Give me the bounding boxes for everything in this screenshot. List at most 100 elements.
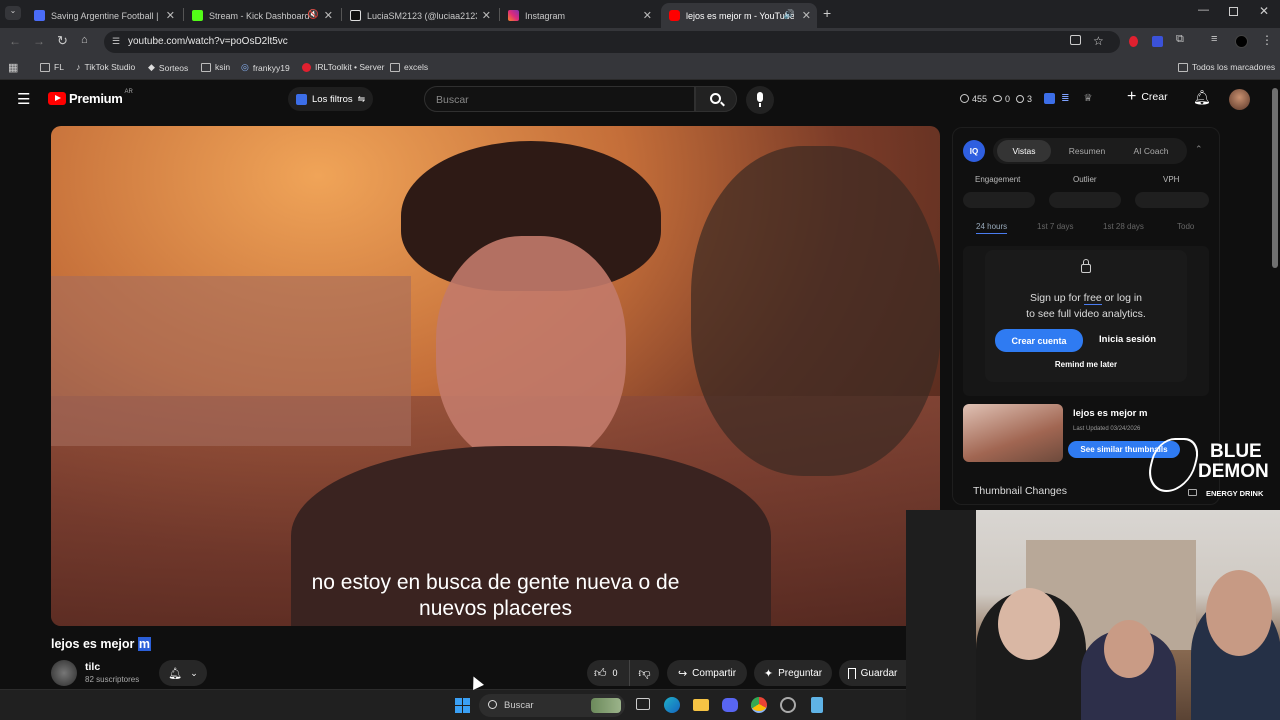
windows-start-icon[interactable] — [455, 698, 470, 713]
taskbar-search[interactable]: Buscar — [479, 694, 625, 717]
close-icon[interactable]: ✕ — [643, 9, 652, 22]
account-avatar[interactable] — [1229, 89, 1250, 110]
discord-icon[interactable] — [722, 698, 738, 712]
bookmark-link[interactable]: ♪ TikTok Studio — [76, 62, 135, 72]
tab-search-button[interactable]: ⌄ — [5, 6, 21, 20]
person-middle-head — [1104, 620, 1154, 678]
bookmark-star-icon[interactable]: ☆ — [1093, 34, 1104, 48]
minimize-button[interactable]: — — [1198, 4, 1209, 16]
tab-youtube[interactable]: lejos es mejor m - YouTube 🔊 ✕ — [661, 3, 817, 28]
list-icon[interactable]: ≣ — [1061, 93, 1069, 104]
share-icon: ↪ — [677, 667, 688, 680]
home-icon[interactable]: ⌂ — [81, 34, 88, 46]
speaker-icon[interactable]: 🔊 — [784, 9, 795, 20]
apps-grid-icon[interactable]: ▦ — [8, 61, 18, 74]
subscribe-bell-button[interactable]: 🔔︎ ⌄ — [159, 660, 207, 686]
close-icon[interactable]: ✕ — [482, 9, 491, 22]
menu-icon[interactable]: ☰ — [17, 90, 30, 108]
mouse-cursor — [468, 674, 484, 690]
browser-menu-icon[interactable]: ⋮ — [1261, 33, 1273, 47]
bookmark-folder[interactable]: excels — [390, 62, 428, 72]
bookmarks-bar: ▦ FL ♪ TikTok Studio ◆ Sorteos ksin ◎ frank… — [0, 56, 1280, 80]
metric-engagement: Engagement — [975, 175, 1021, 184]
mute-icon[interactable]: 🔇 — [308, 9, 319, 20]
collapse-icon[interactable]: ⌃ — [1195, 144, 1203, 155]
webcam-overlay — [906, 510, 1280, 720]
bookmark-link[interactable]: ◆ Sorteos — [148, 62, 188, 73]
range-7-days[interactable]: 1st 7 days — [1037, 222, 1073, 231]
app-icon[interactable] — [780, 697, 796, 713]
edge-icon[interactable] — [664, 697, 680, 713]
new-tab-button[interactable]: + — [823, 5, 831, 21]
back-icon[interactable]: ← — [9, 34, 21, 48]
bookmark-folder[interactable]: ksin — [201, 62, 230, 72]
filters-button[interactable]: Los filtros ⇋ — [288, 87, 374, 111]
bookmark-folder[interactable]: FL — [40, 62, 64, 72]
all-bookmarks[interactable]: Todos los marcadores — [1178, 62, 1275, 72]
eye-icon — [993, 95, 1003, 102]
channel-stats: 455 0 3 ≣ ♕ — [960, 93, 1092, 104]
close-icon[interactable]: ✕ — [324, 9, 333, 22]
media-control-icon[interactable]: ≡ — [1211, 33, 1217, 45]
tab-title: LuciaSM2123 (@luciaa2123) | Ti — [367, 10, 477, 21]
range-all[interactable]: Todo — [1177, 222, 1194, 231]
tab-instagram[interactable]: Instagram ✕ — [500, 3, 658, 28]
remind-later-link[interactable]: Remind me later — [985, 360, 1187, 369]
profile-avatar[interactable] — [1235, 35, 1248, 48]
video-player[interactable]: no estoy en busca de gente nueva o de nu… — [51, 126, 940, 626]
notepad-icon[interactable] — [811, 697, 823, 713]
signup-message: Sign up for free or log in to see full v… — [1026, 292, 1146, 320]
task-view-icon[interactable] — [636, 698, 650, 710]
irltoolkit-icon — [302, 62, 311, 72]
tab-tiktok[interactable]: LuciaSM2123 (@luciaa2123) | Ti ✕ — [342, 3, 497, 28]
restore-button[interactable] — [1229, 7, 1238, 16]
tab-vistas[interactable]: Vistas — [997, 140, 1051, 162]
forward-icon[interactable]: → — [33, 34, 45, 48]
trophy-icon[interactable]: ♕ — [1083, 93, 1092, 104]
search-input[interactable]: Buscar — [424, 86, 695, 112]
chrome-icon[interactable] — [751, 697, 767, 713]
bookmark-link[interactable]: IRLToolkit • Server — [302, 62, 384, 72]
person-face — [436, 236, 626, 466]
tab-ai-coach[interactable]: AI Coach — [1123, 140, 1179, 162]
dislike-button[interactable]: 👎︎ — [629, 660, 659, 686]
tab-kick-dashboard[interactable]: Stream - Kick Dashboard 🔇 ✕ — [184, 3, 339, 28]
url-text: youtube.com/watch?v=poOsD2lt5vc — [128, 36, 288, 47]
create-button[interactable]: + Crear — [1127, 89, 1168, 105]
blurred-value — [1135, 192, 1209, 208]
notifications-bell-icon[interactable]: 🔔︎ — [1193, 89, 1211, 106]
blurred-value — [1049, 192, 1121, 208]
iq-icon[interactable] — [1044, 93, 1056, 104]
share-button[interactable]: ↪ Compartir — [667, 660, 747, 686]
site-info-icon[interactable]: ☰ — [112, 36, 120, 47]
tab-title: Stream - Kick Dashboard — [209, 10, 310, 21]
close-icon[interactable]: ✕ — [802, 9, 811, 22]
ask-button[interactable]: ✦ Preguntar — [754, 660, 832, 686]
extension-red-icon[interactable] — [1129, 36, 1138, 47]
channel-avatar[interactable] — [51, 660, 77, 686]
save-button[interactable]: Guardar — [839, 660, 906, 686]
login-button[interactable]: Inicia sesión — [1099, 334, 1156, 345]
reload-icon[interactable]: ↻ — [57, 33, 68, 49]
channel-name[interactable]: tilc — [85, 661, 100, 673]
video-thumbnail[interactable] — [963, 404, 1063, 462]
extensions-puzzle-icon[interactable]: ⧉ — [1176, 33, 1184, 46]
tab-saving-argentine[interactable]: Saving Argentine Football | Play ✕ — [26, 3, 181, 28]
range-24-hours[interactable]: 24 hours — [976, 222, 1008, 234]
close-window-button[interactable]: ✕ — [1259, 4, 1269, 18]
like-button[interactable]: 👍︎ 0 — [587, 660, 629, 686]
extension-shield-icon[interactable] — [1152, 36, 1163, 47]
bookmark-link[interactable]: ◎ frankyy19 — [241, 62, 290, 73]
search-button[interactable] — [695, 86, 737, 112]
install-icon[interactable] — [1070, 35, 1081, 45]
voice-search-button[interactable] — [746, 86, 774, 114]
file-explorer-icon[interactable] — [693, 699, 709, 711]
page-scrollbar[interactable] — [1272, 88, 1278, 268]
create-account-button[interactable]: Crear cuenta — [995, 329, 1083, 352]
close-icon[interactable]: ✕ — [166, 9, 175, 22]
range-28-days[interactable]: 1st 28 days — [1103, 222, 1144, 231]
last-updated: Last Updated 03/24/2026 — [1073, 426, 1141, 432]
address-bar[interactable]: ☰ youtube.com/watch?v=poOsD2lt5vc ☆ — [104, 31, 1120, 53]
tab-resumen[interactable]: Resumen — [1059, 140, 1115, 162]
youtube-logo[interactable]: Premium AR — [48, 89, 133, 106]
